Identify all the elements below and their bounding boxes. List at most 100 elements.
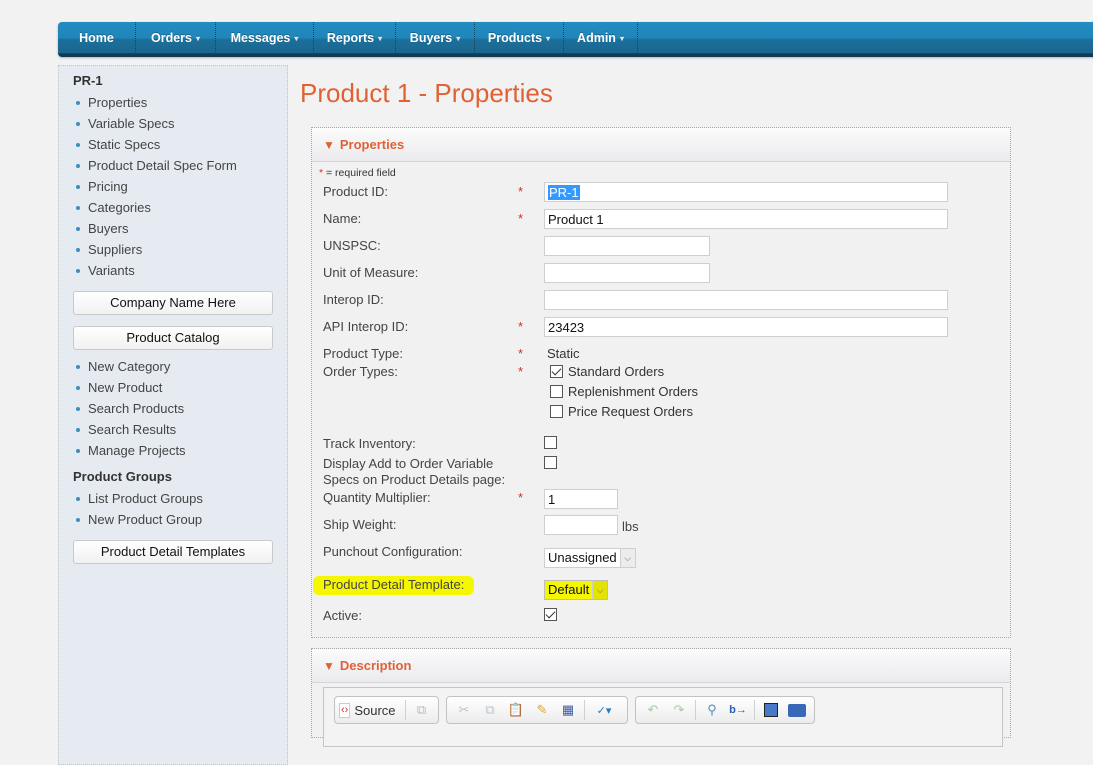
templates-button[interactable]: ⧉ <box>409 699 434 721</box>
sidebar-item-static-specs[interactable]: Static Specs <box>73 134 287 155</box>
interop-id-input[interactable] <box>544 290 948 310</box>
bullet-icon <box>76 407 80 411</box>
remove-format-button[interactable] <box>784 699 810 721</box>
undo-button[interactable]: ↶ <box>640 699 666 721</box>
sidebar-item-manage-projects[interactable]: Manage Projects <box>73 440 287 461</box>
punchout-configuration-select[interactable]: Unassigned ⌵ <box>544 548 636 568</box>
sidebar-item-label: Product Detail Spec Form <box>88 158 237 173</box>
product-id-label: Product ID: <box>323 184 389 199</box>
product-detail-templates-button[interactable]: Product Detail Templates <box>73 540 273 564</box>
row-track-inventory: Track Inventory: <box>323 436 1003 451</box>
paste-text-button[interactable]: ✎ <box>529 699 555 721</box>
quantity-multiplier-input[interactable]: 1 <box>544 489 618 509</box>
toolbar-group-clipboard: ✂ ⧉ 📋 ✎ ▦ ✓▾ <box>446 696 628 724</box>
nav-reports[interactable]: Reports ▾ <box>314 22 396 57</box>
replace-icon: b→ <box>729 704 747 716</box>
display-add-to-order-checkbox[interactable] <box>544 456 557 470</box>
unit-of-measure-input[interactable] <box>544 263 710 283</box>
sidebar-item-properties[interactable]: Properties <box>73 92 287 113</box>
catalog-links: New Category New Product Search Products… <box>73 356 287 461</box>
sidebar-item-label: Suppliers <box>88 242 143 257</box>
collapse-triangle-icon: ▼ <box>323 138 335 152</box>
bullet-icon <box>76 248 80 252</box>
replace-button[interactable]: b→ <box>725 699 751 721</box>
row-active: Active: <box>323 608 1003 623</box>
select-value: Unassigned <box>548 550 617 565</box>
punchout-configuration-label: Punchout Configuration: <box>323 544 463 559</box>
toolbar-separator <box>754 700 755 720</box>
sidebar-item-suppliers[interactable]: Suppliers <box>73 239 287 260</box>
chevron-down-icon: ▾ <box>195 33 200 43</box>
order-type-replenishment[interactable]: Replenishment Orders <box>550 382 698 402</box>
product-id-input[interactable]: PR-1 <box>544 182 948 202</box>
bullet-icon <box>76 206 80 210</box>
sidebar-item-label: Categories <box>88 200 151 215</box>
paste-word-button[interactable]: ▦ <box>555 699 581 721</box>
spellcheck-button[interactable]: ✓▾ <box>588 699 620 721</box>
toolbar-separator <box>695 700 696 720</box>
name-input[interactable]: Product 1 <box>544 209 948 229</box>
track-inventory-label: Track Inventory: <box>323 436 416 451</box>
product-groups-title: Product Groups <box>73 469 172 484</box>
sidebar-item-variants[interactable]: Variants <box>73 260 287 281</box>
unspsc-input[interactable] <box>544 236 710 256</box>
bullet-icon <box>76 365 80 369</box>
sidebar-item-label: New Product Group <box>88 512 203 527</box>
nav-buyers[interactable]: Buyers ▾ <box>396 22 475 57</box>
checkbox-icon[interactable] <box>550 404 563 418</box>
nav-orders[interactable]: Orders ▾ <box>136 22 216 57</box>
description-panel-header[interactable]: ▼ Description <box>312 649 1010 683</box>
unspsc-label: UNSPSC: <box>323 238 381 253</box>
checkbox-checked-icon[interactable] <box>550 364 563 378</box>
required-note-text: = required field <box>323 167 396 179</box>
nav-products[interactable]: Products ▾ <box>475 22 564 57</box>
nav-messages[interactable]: Messages ▾ <box>216 22 314 57</box>
main-nav: Home Orders ▾ Messages ▾ Reports ▾ Buyers ▾ … <box>58 22 1093 57</box>
required-star: * <box>518 490 524 505</box>
sidebar-item-pricing[interactable]: Pricing <box>73 176 287 197</box>
redo-button[interactable]: ↷ <box>666 699 692 721</box>
nav-products-label: Products <box>487 31 543 45</box>
bullet-icon <box>76 386 80 390</box>
sidebar-item-list-product-groups[interactable]: List Product Groups <box>73 488 287 509</box>
order-type-standard[interactable]: Standard Orders <box>550 362 698 382</box>
sidebar-item-variable-specs[interactable]: Variable Specs <box>73 113 287 134</box>
product-type-value: Static <box>547 346 580 361</box>
sidebar-item-label: Search Results <box>88 422 177 437</box>
copy-button[interactable]: ⧉ <box>477 699 503 721</box>
sidebar-item-label: Buyers <box>88 221 129 236</box>
ship-weight-input[interactable] <box>544 515 618 535</box>
api-interop-id-label: API Interop ID: <box>323 319 409 334</box>
order-types-label: Order Types: <box>323 364 398 379</box>
cut-button[interactable]: ✂ <box>451 699 477 721</box>
nav-home[interactable]: Home <box>58 22 136 57</box>
properties-panel-header[interactable]: ▼ Properties <box>312 128 1010 162</box>
sidebar-item-categories[interactable]: Categories <box>73 197 287 218</box>
active-label: Active: <box>323 608 363 623</box>
nav-admin[interactable]: Admin ▾ <box>564 22 638 57</box>
order-type-price-request[interactable]: Price Request Orders <box>550 402 698 422</box>
paste-button[interactable]: 📋 <box>503 699 529 721</box>
sidebar-item-search-products[interactable]: Search Products <box>73 398 287 419</box>
select-all-button[interactable] <box>758 699 784 721</box>
active-checkbox[interactable] <box>544 608 557 622</box>
sidebar-item-label: Variants <box>88 263 135 278</box>
track-inventory-checkbox[interactable] <box>544 436 557 450</box>
sidebar-item-buyers[interactable]: Buyers <box>73 218 287 239</box>
source-button[interactable]: ‹› Source <box>339 699 402 721</box>
api-interop-id-input[interactable]: 23423 <box>544 317 948 337</box>
bullet-icon <box>76 518 80 522</box>
chevron-down-icon: ▾ <box>546 33 551 43</box>
sidebar-item-new-product-group[interactable]: New Product Group <box>73 509 287 530</box>
product-catalog-button[interactable]: Product Catalog <box>73 326 273 350</box>
find-button[interactable]: ⚲ <box>699 699 725 721</box>
product-detail-template-select[interactable]: Default ⌵ <box>544 580 609 600</box>
chevron-down-icon: ▾ <box>378 33 383 43</box>
company-name-button[interactable]: Company Name Here <box>73 291 273 315</box>
checkbox-icon[interactable] <box>550 384 563 398</box>
sidebar-item-new-category[interactable]: New Category <box>73 356 287 377</box>
sidebar-item-new-product[interactable]: New Product <box>73 377 287 398</box>
sidebar-item-product-detail-spec-form[interactable]: Product Detail Spec Form <box>73 155 287 176</box>
chevron-down-icon: ⌵ <box>592 581 608 599</box>
sidebar-item-search-results[interactable]: Search Results <box>73 419 287 440</box>
